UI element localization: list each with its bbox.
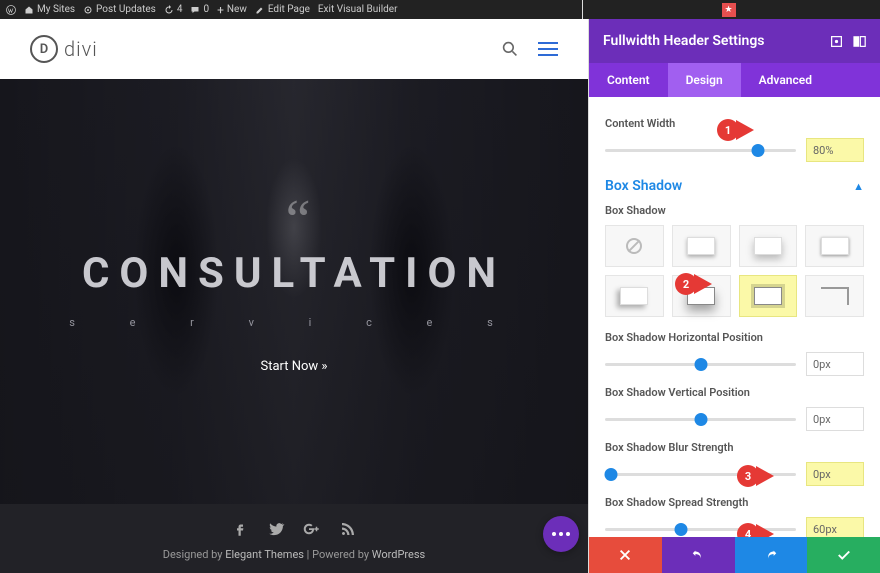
wp-admin-bar: My Sites Post Updates 4 0 +New Edit Page…	[0, 0, 880, 19]
undo-button[interactable]	[662, 537, 735, 573]
admin-exit-builder-label: Exit Visual Builder	[318, 4, 398, 15]
vert-input[interactable]: 0px	[806, 407, 864, 431]
logo-mark: D	[30, 35, 58, 63]
blur-slider[interactable]	[605, 473, 796, 476]
box-shadow-section[interactable]: Box Shadow ▲	[605, 178, 864, 194]
search-icon[interactable]	[502, 41, 518, 57]
shadow-preset-1[interactable]	[672, 225, 731, 267]
page-preview: D divi “ CONSULTATION s e r v i c e s St…	[0, 19, 588, 573]
horiz-label: Box Shadow Horizontal Position	[605, 331, 864, 344]
admin-new[interactable]: +New	[217, 3, 247, 17]
box-shadow-label: Box Shadow	[605, 204, 864, 217]
twitter-icon[interactable]	[267, 520, 285, 538]
hero-subtitle: s e r v i c e s	[69, 316, 519, 329]
admin-comments[interactable]: 0	[190, 4, 209, 15]
shadow-preset-5[interactable]	[672, 275, 731, 317]
builder-fab[interactable]	[543, 516, 579, 552]
content-width-slider[interactable]	[605, 149, 796, 152]
menu-icon[interactable]	[538, 42, 558, 56]
content-width-input[interactable]: 80%	[806, 138, 864, 162]
footer-link-themes[interactable]: Elegant Themes	[225, 548, 304, 561]
content-width-label: Content Width	[605, 117, 864, 130]
horiz-slider[interactable]	[605, 363, 796, 366]
tab-advanced[interactable]: Advanced	[741, 63, 830, 97]
vert-label: Box Shadow Vertical Position	[605, 386, 864, 399]
google-plus-icon[interactable]	[303, 520, 321, 538]
tab-design[interactable]: Design	[668, 63, 741, 97]
expand-icon[interactable]	[830, 35, 843, 48]
box-shadow-presets	[605, 225, 864, 317]
save-button[interactable]	[807, 537, 880, 573]
admin-my-sites[interactable]: My Sites	[24, 4, 75, 15]
facebook-icon[interactable]	[231, 520, 249, 538]
blur-label: Box Shadow Blur Strength	[605, 441, 864, 454]
footer-link-wp[interactable]: WordPress	[372, 548, 425, 561]
admin-updates-count: 4	[177, 4, 183, 15]
admin-star-icon[interactable]: ★	[722, 3, 736, 17]
panel-body: Content Width 80% Box Shadow ▲ Box Shado…	[589, 97, 880, 537]
panel-header: Fullwidth Header Settings	[589, 19, 880, 63]
site-logo[interactable]: D divi	[30, 35, 98, 63]
discard-button[interactable]	[589, 537, 662, 573]
panel-action-bar	[589, 537, 880, 573]
shadow-preset-7[interactable]	[805, 275, 864, 317]
logo-text: divi	[64, 37, 98, 61]
site-header: D divi	[0, 19, 588, 79]
panel-title: Fullwidth Header Settings	[603, 33, 765, 49]
none-icon	[626, 238, 642, 254]
shadow-preset-6[interactable]	[739, 275, 798, 317]
admin-updates[interactable]: 4	[164, 4, 183, 15]
hero-title: CONSULTATION	[82, 249, 506, 298]
blur-input[interactable]: 0px	[806, 462, 864, 486]
chevron-up-icon: ▲	[853, 180, 864, 193]
tab-content[interactable]: Content	[589, 63, 668, 97]
horiz-input[interactable]: 0px	[806, 352, 864, 376]
shadow-preset-2[interactable]	[739, 225, 798, 267]
shadow-preset-none[interactable]	[605, 225, 664, 267]
settings-panel: Fullwidth Header Settings Content Design…	[588, 19, 880, 573]
vert-slider[interactable]	[605, 418, 796, 421]
site-footer: Designed by Elegant Themes | Powered by …	[0, 504, 588, 573]
admin-edit-page[interactable]: Edit Page	[255, 4, 310, 15]
shadow-preset-4[interactable]	[605, 275, 664, 317]
wp-logo[interactable]	[6, 5, 16, 15]
admin-post-updates-label: Post Updates	[96, 4, 156, 15]
hero-section: “ CONSULTATION s e r v i c e s Start Now…	[0, 79, 588, 504]
admin-exit-builder[interactable]: Exit Visual Builder	[318, 4, 398, 15]
admin-comments-count: 0	[203, 4, 209, 15]
admin-edit-page-label: Edit Page	[268, 4, 310, 15]
quote-icon: “	[286, 209, 303, 231]
spread-input[interactable]: 60px	[806, 517, 864, 537]
hero-cta-button[interactable]: Start Now »	[260, 359, 327, 374]
admin-post-updates[interactable]: Post Updates	[83, 4, 156, 15]
redo-button[interactable]	[735, 537, 808, 573]
admin-my-sites-label: My Sites	[37, 4, 75, 15]
spread-label: Box Shadow Spread Strength	[605, 496, 864, 509]
footer-credits: Designed by Elegant Themes | Powered by …	[0, 548, 588, 561]
rss-icon[interactable]	[339, 520, 357, 538]
panel-tabs: Content Design Advanced	[589, 63, 880, 97]
snap-icon[interactable]	[853, 35, 866, 48]
spread-slider[interactable]	[605, 528, 796, 531]
admin-new-label: New	[227, 4, 247, 15]
shadow-preset-3[interactable]	[805, 225, 864, 267]
